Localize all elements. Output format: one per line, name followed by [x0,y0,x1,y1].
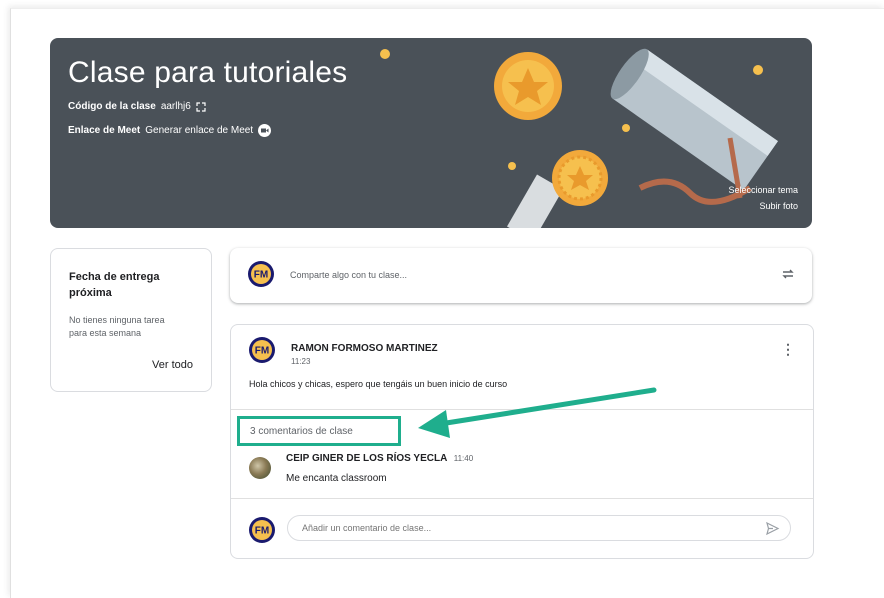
meet-icon[interactable] [258,124,272,137]
banner-actions: Seleccionar tema Subir foto [728,182,798,214]
svg-text:FM: FM [255,346,269,357]
class-banner: Clase para tutoriales Código de la clase… [50,38,812,228]
post-author: RAMON FORMOSO MARTINEZ [291,343,438,354]
upload-photo-link[interactable]: Subir foto [728,198,798,214]
upcoming-title: Fecha de entrega próxima [69,271,160,299]
class-code-label: Código de la clase [68,101,156,112]
annotation-arrow [418,387,657,438]
view-all-link[interactable]: Ver todo [152,359,193,371]
divider [231,498,813,499]
send-icon[interactable] [765,521,780,536]
comment-text: Me encanta classroom [286,473,387,484]
avatar: FM [249,517,275,543]
class-comment-input[interactable] [300,522,744,534]
class-comment-box[interactable] [287,515,791,541]
upcoming-card: Fecha de entrega próxima No tienes ningu… [50,248,212,392]
share-placeholder[interactable]: Comparte algo con tu clase... [290,270,407,280]
svg-text:FM: FM [255,526,269,537]
comment-time: 11:40 [453,454,474,463]
class-code-value: aarlhj6 [160,101,191,112]
post-time: 11:23 [291,357,311,366]
fullscreen-icon[interactable] [196,101,206,112]
comment-avatar [249,457,271,479]
select-theme-link[interactable]: Seleccionar tema [728,182,798,198]
more-vert-icon[interactable]: ⋮ [781,342,795,356]
repost-icon[interactable] [780,266,796,282]
comment-author-row: CEIP GINER DE LOS RÍOS YECLA 11:40 [286,453,473,464]
upcoming-empty-text: No tienes ninguna tarea para esta semana [69,315,165,338]
generate-meet-link[interactable]: Generar enlace de Meet [145,125,253,136]
class-code-row: Código de la clase aarlhj6 [68,101,206,112]
class-title: Clase para tutoriales [68,56,348,89]
share-box[interactable]: FM Comparte algo con tu clase... [230,248,812,303]
comment-author: CEIP GINER DE LOS RÍOS YECLA [286,453,447,464]
meet-link-row: Enlace de Meet Generar enlace de Meet [68,124,272,137]
avatar: FM [248,261,274,287]
class-comments-count[interactable]: 3 comentarios de clase [237,416,401,446]
avatar: FM [249,337,275,363]
svg-text:FM: FM [254,270,268,281]
stream-post: FM RAMON FORMOSO MARTINEZ 11:23 ⋮ Hola c… [230,324,814,559]
meet-label: Enlace de Meet [68,125,141,136]
